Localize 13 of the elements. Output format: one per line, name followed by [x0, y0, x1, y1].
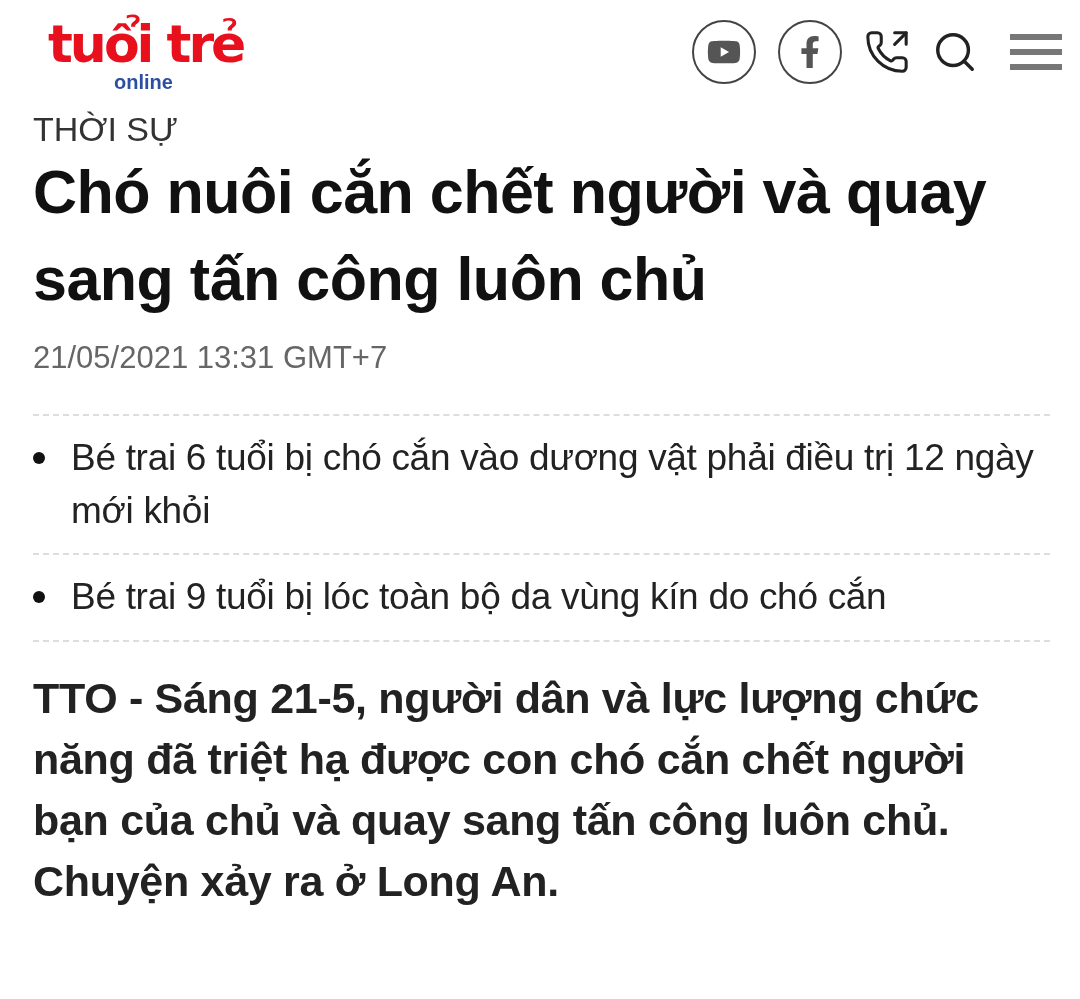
facebook-icon[interactable]	[778, 20, 842, 84]
menu-icon[interactable]	[1010, 34, 1062, 70]
youtube-icon[interactable]	[692, 20, 756, 84]
category-label: THỜI SỰ	[33, 110, 180, 149]
lead-paragraph: TTO - Sáng 21-5, người dân và lực lượng chức năng đã triệt hạ được con chó cắn chết người bạn của chủ và quay sang tấn công luôn chủ. Chuyện xảy ra ở Long An.	[33, 639, 1050, 912]
article-title: Chó nuôi cắn chết người và quay sang tấn công luôn chủ	[33, 157, 988, 315]
bullet-icon	[33, 452, 45, 465]
logo[interactable]: tuổi trẻ online	[48, 11, 244, 93]
article-date: 21/05/2021 13:31 GMT+7	[33, 340, 389, 377]
phone-icon[interactable]	[864, 29, 910, 75]
related-link[interactable]: Bé trai 6 tuổi bị chó cắn vào dương vật phải điều trị 12 ngày mới khỏi	[71, 432, 1050, 538]
related-link[interactable]: Bé trai 9 tuổi bị lóc toàn bộ da vùng kín do chó cắn	[71, 571, 887, 624]
bullet-icon	[33, 591, 45, 604]
